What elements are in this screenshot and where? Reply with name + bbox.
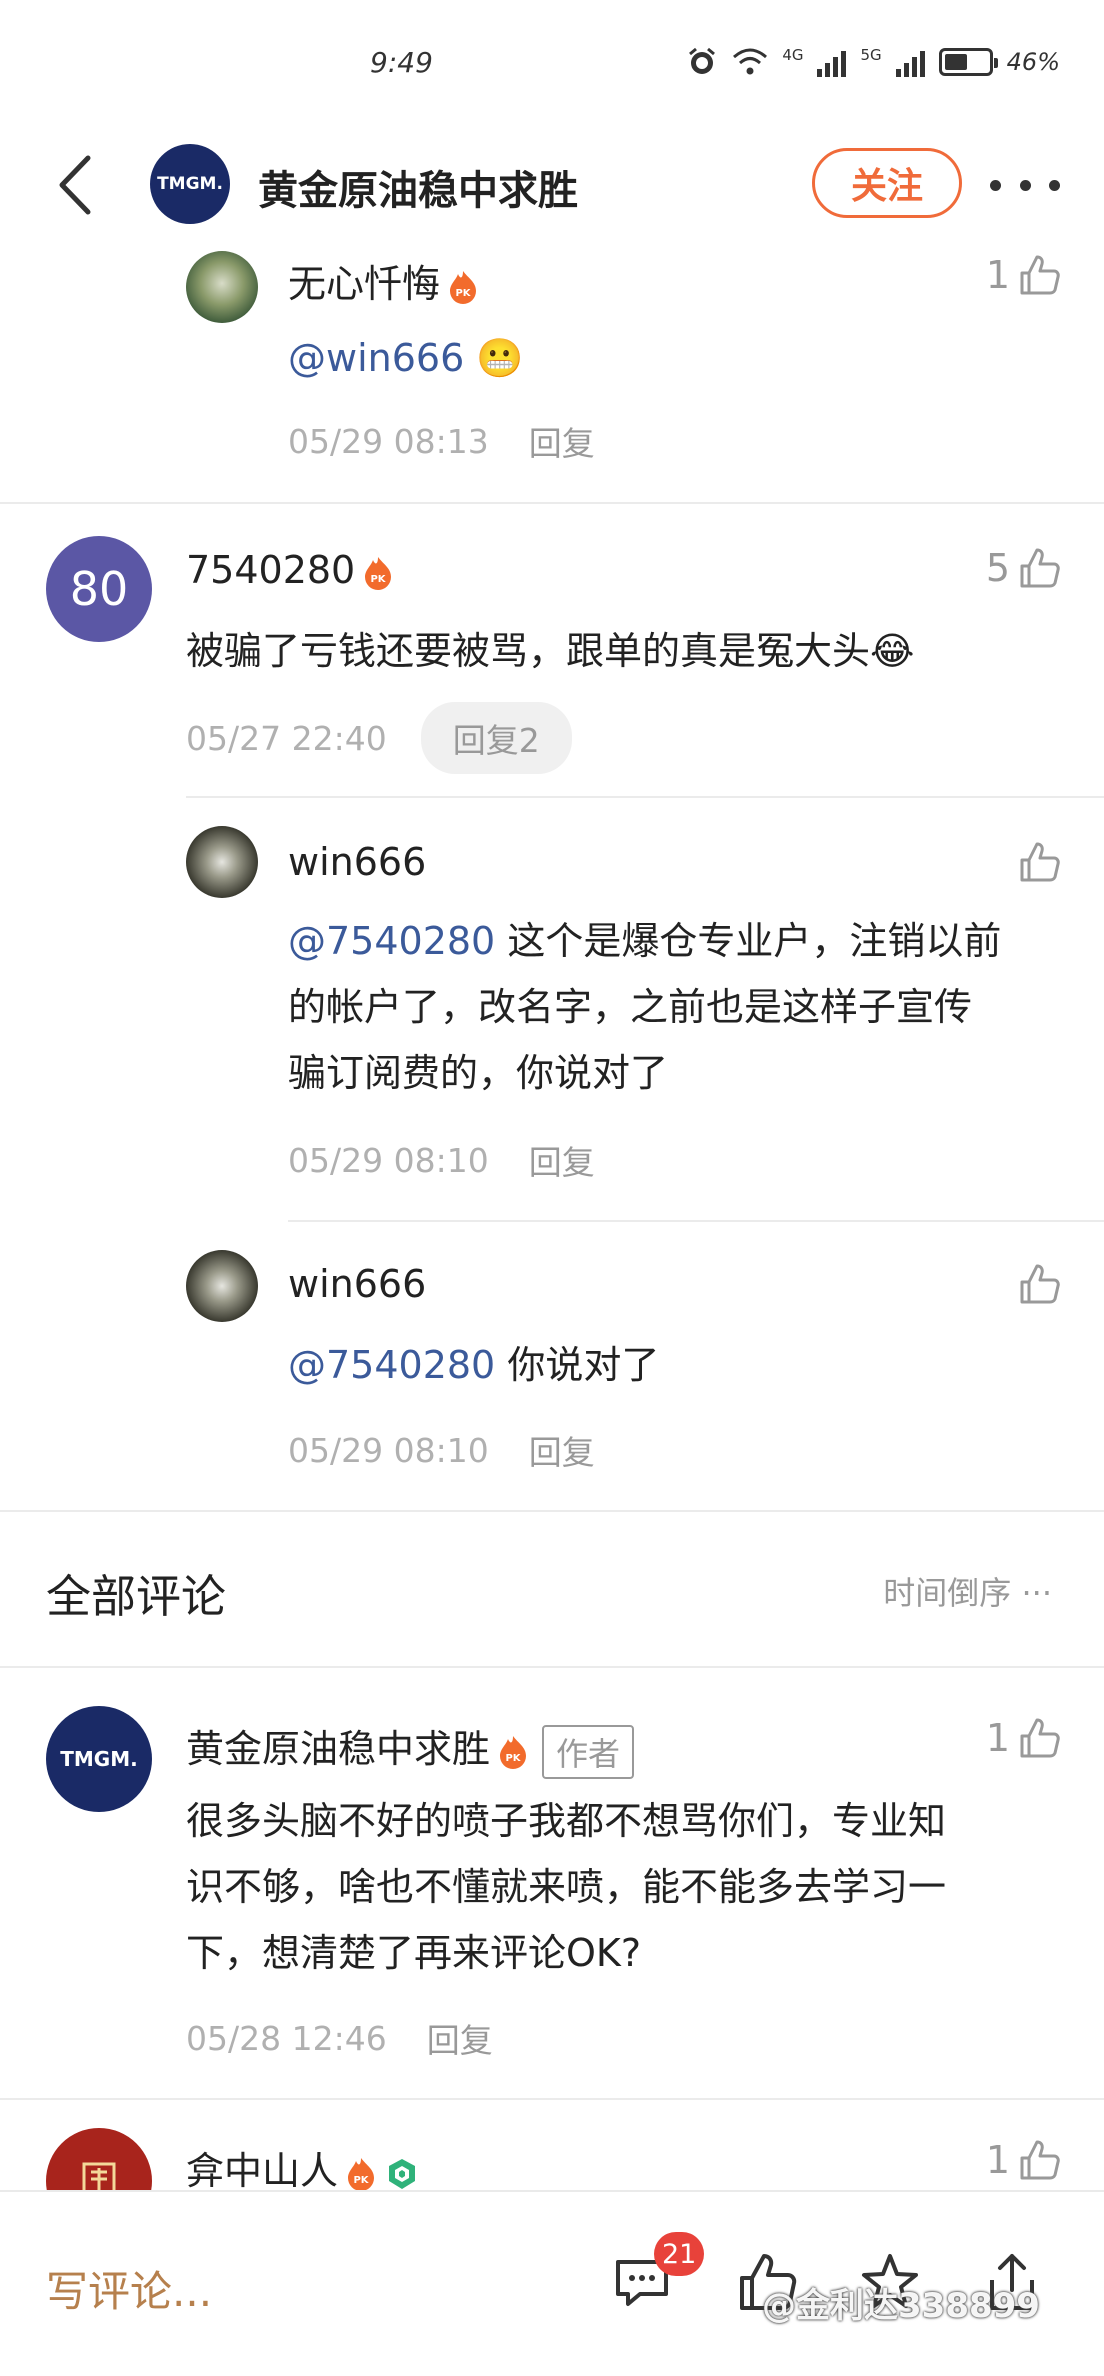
reply-button[interactable]: 回复 [427, 2014, 493, 2062]
svg-text:PK: PK [505, 1753, 521, 1764]
wifi-icon [733, 48, 768, 75]
comment-text: @7540280 这个是爆仓专业户，注销以前 的帐户了，改名字，之前也是这样子宣… [288, 919, 1002, 1095]
comment-text: 很多头脑不好的喷子我都不想骂你们，专业知 识不够，啥也不懂就来喷，能不能多去学习… [186, 1799, 947, 1975]
author-avatar[interactable]: TMGM. [150, 144, 230, 224]
mention-link[interactable]: @7540280 [288, 919, 495, 963]
divider [288, 1220, 1104, 1222]
comment-count-badge: 21 [654, 2232, 705, 2276]
svg-text:PK: PK [353, 2175, 369, 2186]
signal-icon-2 [895, 47, 925, 77]
avatar[interactable] [186, 251, 258, 323]
svg-text:PK: PK [371, 574, 387, 585]
comment-time: 05/28 12:46 [186, 2018, 387, 2058]
like-count: 1 [985, 253, 1010, 297]
commenter-name[interactable]: 弇中山人 PK [186, 2140, 418, 2190]
avatar[interactable] [186, 1250, 258, 1322]
battery-label: 46% [1006, 48, 1060, 76]
comment-meta: 05/29 08:13 回复 [288, 417, 595, 465]
pk-badge-icon: PK [450, 270, 477, 304]
sort-button[interactable]: 时间倒序 ··· [883, 1568, 1052, 1614]
thumbs-up-icon [1020, 1718, 1060, 1758]
like-button[interactable]: 1 [986, 1716, 1062, 1760]
watermark-text: @金利达338899 [762, 2286, 1040, 2326]
like-count: 1 [985, 2138, 1010, 2182]
divider [186, 796, 1104, 798]
network-4g-label: 4G [782, 46, 804, 64]
battery-icon [938, 48, 998, 76]
like-button[interactable] [1018, 840, 1062, 884]
svg-text:PK: PK [455, 288, 471, 299]
comment-time: 05/29 08:13 [288, 421, 489, 461]
comment-meta: 05/28 12:46 回复 [186, 2014, 493, 2062]
comment-text: @7540280 你说对了 [288, 1343, 660, 1387]
like-button[interactable]: 5 [986, 546, 1062, 590]
comment-meta: 05/29 08:10 回复 [288, 1426, 595, 1474]
back-button[interactable] [50, 152, 110, 218]
commenter-name[interactable]: 黄金原油稳中求胜 PK 作者 [186, 1718, 635, 1779]
status-time: 9:49 [370, 46, 433, 79]
pk-badge-icon: PK [500, 1735, 527, 1769]
comment-item: 80 7540280 PK 被骗了亏钱还要被骂，跟单的真是冤大头😂 05/27 2… [0, 530, 1104, 1510]
thumbs-up-icon [1020, 255, 1060, 295]
more-options-button[interactable] [990, 160, 1060, 210]
avatar[interactable] [186, 826, 258, 898]
thumbs-up-icon [1020, 548, 1060, 588]
pk-badge-icon: PK [348, 2157, 375, 2190]
divider [0, 1510, 1104, 1512]
divider [0, 1666, 1104, 1668]
alarm-icon [689, 47, 716, 74]
avatar[interactable] [46, 2128, 152, 2190]
commenter-name[interactable]: win666 [288, 840, 426, 884]
comment-time: 05/27 22:40 [186, 718, 387, 758]
commenter-name[interactable]: 7540280 PK [186, 548, 393, 592]
view-replies-button[interactable]: 回复2 [420, 702, 572, 774]
avatar[interactable]: TMGM. [46, 1706, 152, 1812]
author-tag: 作者 [542, 1724, 635, 1779]
reply-item: 无心忏悔 PK @win666 😬 05/29 08:13 回复 1 [0, 245, 1104, 500]
divider [0, 2098, 1104, 2100]
emoji: 😬 [476, 336, 524, 380]
comment-meta: 05/27 22:40 回复2 [186, 702, 572, 774]
reply-button[interactable]: 回复 [529, 417, 595, 465]
section-title: 全部评论 [46, 1570, 227, 1623]
comment-item: TMGM. 黄金原油稳中求胜 PK 作者 1 很多头脑不好的喷子我都不想骂你们，专业… [0, 1700, 1104, 2100]
status-icons: 4G 5G 46% [686, 46, 1060, 78]
comment-meta: 05/29 08:10 回复 [288, 1136, 595, 1184]
write-comment-input[interactable]: 写评论... [46, 2258, 212, 2319]
commenter-name[interactable]: 无心忏悔 PK [288, 253, 478, 308]
comment-time: 05/29 08:10 [288, 1140, 489, 1180]
verified-shield-icon [389, 2158, 416, 2189]
like-count: 1 [985, 1716, 1010, 1760]
comment-text: 被骗了亏钱还要被骂，跟单的真是冤大头😂 [186, 629, 915, 673]
pk-badge-icon: PK [365, 556, 392, 590]
page-title: 黄金原油稳中求胜 [258, 168, 578, 214]
thumbs-up-icon [1020, 842, 1060, 882]
reply-button[interactable]: 回复 [529, 1426, 595, 1474]
bottom-action-bar: 写评论... 21 @金利达338899 [0, 2190, 1104, 2376]
like-count: 5 [985, 546, 1010, 590]
like-button[interactable]: 1 [986, 253, 1062, 297]
divider [0, 502, 1104, 504]
reply-button[interactable]: 回复 [529, 1136, 595, 1184]
follow-button[interactable]: 关注 [812, 148, 962, 218]
author-logo-text: TMGM. [157, 174, 223, 194]
comment-text: @win666 😬 [288, 325, 524, 391]
mention-link[interactable]: @7540280 [288, 1343, 495, 1387]
comment-time: 05/29 08:10 [288, 1430, 489, 1470]
comment-item: 弇中山人 PK 1 [0, 2128, 1104, 2190]
signal-icon [817, 47, 847, 77]
mention-link[interactable]: @win666 [288, 336, 464, 380]
thumbs-up-icon [1020, 1264, 1060, 1304]
avatar[interactable]: 80 [46, 536, 152, 642]
network-5g-label: 5G [860, 46, 882, 64]
chevron-left-icon [59, 155, 91, 215]
status-bar: 9:49 4G 5G 46% [0, 0, 1104, 130]
thumbs-up-icon [1020, 2140, 1060, 2180]
page-header: TMGM. 黄金原油稳中求胜 关注 [0, 130, 1104, 240]
like-button[interactable] [1018, 1262, 1062, 1306]
commenter-name[interactable]: win666 [288, 1262, 426, 1306]
seal-icon [82, 2162, 116, 2190]
like-button[interactable]: 1 [986, 2138, 1062, 2182]
